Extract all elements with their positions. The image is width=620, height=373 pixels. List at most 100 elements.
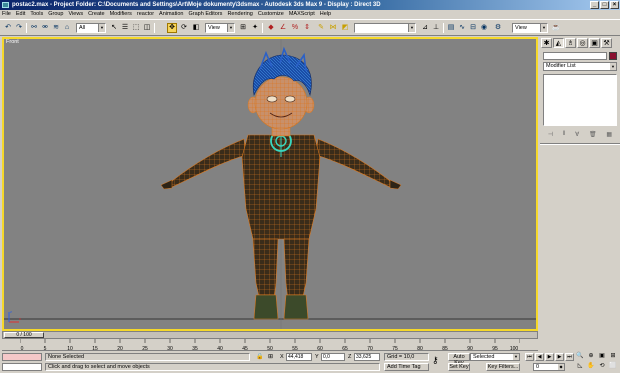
absolute-mode-icon[interactable]: ⊞ — [268, 353, 273, 361]
menu-tools[interactable]: Tools — [30, 10, 43, 19]
menu-bar: File Edit Tools Group Views Create Modif… — [0, 10, 620, 19]
next-frame-icon[interactable]: ▶ — [555, 353, 564, 361]
menu-customize[interactable]: Customize — [258, 10, 284, 19]
select-and-move-icon[interactable]: ✥ — [167, 23, 177, 33]
menu-animation[interactable]: Animation — [159, 10, 183, 19]
select-by-name-icon[interactable]: ☰ — [120, 23, 130, 33]
select-and-rotate-icon[interactable]: ⟳ — [179, 23, 189, 33]
time-slider[interactable]: 0 / 100 — [2, 331, 538, 339]
add-time-tag-button[interactable]: Add Time Tag — [384, 363, 429, 371]
utilities-tab-icon[interactable]: ⚒ — [601, 38, 612, 48]
display-tab-icon[interactable]: ▣ — [589, 38, 600, 48]
modifier-stack[interactable] — [543, 74, 617, 126]
align-icon[interactable]: ◩ — [340, 23, 350, 33]
select-object-icon[interactable]: ↖ — [109, 23, 119, 33]
modifier-list-dropdown[interactable]: Modifier List ▼ — [543, 62, 617, 71]
object-color-swatch[interactable] — [609, 52, 617, 60]
field-of-view-icon[interactable]: ◺ — [575, 362, 585, 371]
zoom-icon[interactable]: 🔍 — [575, 352, 585, 361]
go-to-end-icon[interactable]: ⏭ — [565, 353, 574, 361]
key-mode-dropdown[interactable]: Selected ▼ — [470, 353, 520, 361]
rectangular-selection-icon[interactable]: ⬚ — [131, 23, 141, 33]
minimize-button[interactable]: _ — [590, 1, 599, 9]
remove-modifier-icon[interactable]: 🗑 — [589, 131, 597, 138]
edit-named-selections-icon[interactable]: ✎ — [316, 23, 326, 33]
pan-icon[interactable]: ✋ — [586, 362, 596, 371]
key-filters-button[interactable]: Key Filters... — [486, 363, 520, 371]
named-selection-set-dropdown[interactable]: ▼ — [354, 23, 416, 33]
hierarchy-tab-icon[interactable]: ♗ — [565, 38, 576, 48]
set-key-button[interactable]: Set Key — [448, 363, 470, 371]
zoom-extents-icon[interactable]: ▣ — [597, 352, 607, 361]
window-crossing-icon[interactable]: ◫ — [142, 23, 152, 33]
mirror-icon[interactable]: ⋈ — [328, 23, 338, 33]
object-name-field[interactable] — [543, 52, 607, 60]
bind-space-warp-icon[interactable]: ≋ — [51, 23, 61, 33]
track-bar[interactable]: 0 5 10 15 20 25 30 35 40 45 50 55 60 65 … — [2, 339, 538, 351]
schematic-view-icon[interactable]: ⊟ — [468, 23, 478, 33]
selection-filter-dropdown[interactable]: All ▼ — [76, 23, 106, 33]
percent-snap-icon[interactable]: % — [290, 23, 300, 33]
go-to-start-icon[interactable]: ⏮ — [525, 353, 534, 361]
front-viewport[interactable]: Front x z — [2, 37, 538, 331]
menu-edit[interactable]: Edit — [16, 10, 25, 19]
maximize-viewport-icon[interactable]: ⬜ — [608, 362, 618, 371]
lock-selection-icon[interactable]: 🔒 — [256, 353, 263, 361]
select-and-scale-icon[interactable]: ◧ — [191, 23, 201, 33]
menu-views[interactable]: Views — [69, 10, 84, 19]
menu-graph-editors[interactable]: Graph Editors — [189, 10, 223, 19]
maxscript-listener-input[interactable] — [2, 363, 42, 371]
layer-manager-icon[interactable]: ▤ — [446, 23, 456, 33]
previous-frame-icon[interactable]: ◀ — [535, 353, 544, 361]
align-tool-icon[interactable]: ⊥ — [431, 23, 441, 33]
quick-render-icon[interactable]: ☕ — [551, 23, 561, 33]
menu-reactor[interactable]: reactor — [137, 10, 154, 19]
menu-rendering[interactable]: Rendering — [227, 10, 252, 19]
menu-group[interactable]: Group — [48, 10, 63, 19]
key-icon[interactable]: ⚷ — [432, 355, 439, 365]
make-unique-icon[interactable]: ∀ — [575, 131, 579, 138]
pivot-center-icon[interactable]: ⊞ — [238, 23, 248, 33]
spinner-snap-icon[interactable]: ⇕ — [302, 23, 312, 33]
material-editor-icon[interactable]: ◉ — [479, 23, 489, 33]
motion-tab-icon[interactable]: ◎ — [577, 38, 588, 48]
z-coordinate-field[interactable]: 33,625 — [354, 353, 380, 361]
zoom-extents-all-icon[interactable]: ⊞ — [608, 352, 618, 361]
arc-rotate-icon[interactable]: ⟲ — [597, 362, 607, 371]
create-tab-icon[interactable]: ✱ — [541, 38, 552, 48]
select-and-manipulate-icon[interactable]: ✦ — [250, 23, 260, 33]
menu-create[interactable]: Create — [88, 10, 105, 19]
time-slider-handle[interactable]: 0 / 100 — [4, 332, 44, 338]
modify-tab-icon[interactable]: ◭ — [553, 38, 564, 48]
curve-editor-icon[interactable]: ∿ — [457, 23, 467, 33]
render-setup-icon[interactable]: ⚙ — [493, 23, 503, 33]
x-coordinate-field[interactable]: 44,418 — [286, 353, 312, 361]
undo-icon[interactable]: ↶ — [3, 23, 13, 33]
render-type-dropdown[interactable]: View ▼ — [512, 23, 548, 33]
redo-icon[interactable]: ↷ — [14, 23, 24, 33]
menu-modifiers[interactable]: Modifiers — [110, 10, 132, 19]
close-button[interactable]: × — [610, 1, 619, 9]
character-model[interactable] — [4, 39, 536, 329]
zoom-all-icon[interactable]: ⊕ — [586, 352, 596, 361]
mirror-tool-icon[interactable]: ⊿ — [420, 23, 430, 33]
unlink-icon[interactable]: ⚮ — [40, 23, 50, 33]
show-end-result-icon[interactable]: ‖ — [563, 131, 565, 137]
configure-sets-icon[interactable]: ▦ — [606, 131, 612, 138]
y-coordinate-field[interactable]: 0,0 — [321, 353, 345, 361]
maxscript-listener-output[interactable] — [2, 353, 42, 361]
menu-file[interactable]: File — [2, 10, 11, 19]
auto-key-button[interactable]: Auto Key — [448, 353, 470, 366]
menu-maxscript[interactable]: MAXScript — [289, 10, 315, 19]
maximize-button[interactable]: □ — [600, 1, 609, 9]
reference-coordinate-dropdown[interactable]: View ▼ — [205, 23, 235, 33]
angle-snap-icon[interactable]: ∠ — [278, 23, 288, 33]
select-and-link-icon[interactable]: ⚯ — [29, 23, 39, 33]
left-hand — [160, 179, 173, 190]
menu-help[interactable]: Help — [320, 10, 331, 19]
prompt-line: Click and drag to select and move object… — [45, 363, 380, 371]
current-frame-field[interactable]: 0 ◆ — [533, 363, 565, 371]
snaps-toggle-icon[interactable]: ◆ — [266, 23, 276, 33]
play-icon[interactable]: ▶ — [545, 353, 554, 361]
pin-stack-icon[interactable]: ⊣ — [548, 131, 553, 138]
